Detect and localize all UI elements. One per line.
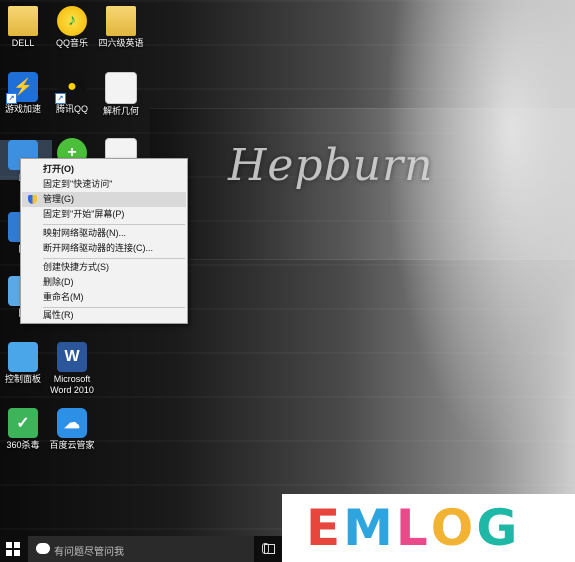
menu-separator xyxy=(43,258,185,259)
music-note-icon: ♪ xyxy=(57,6,87,36)
emlog-logo: EMLOG xyxy=(306,498,520,558)
shield-icon: ✓ xyxy=(8,408,38,438)
cortana-search-box[interactable]: 有问题尽管问我 xyxy=(28,536,269,562)
cloud-icon: ☁ xyxy=(57,408,87,438)
desktop-icon-baidu-cloud[interactable]: ☁ 百度云管家 xyxy=(43,408,101,451)
desktop[interactable]: Hepburn DELL ♪ QQ音乐 四六级英语 ⚡ ↗ 游戏加速 ● ↗ 腾… xyxy=(0,0,575,536)
folder-icon xyxy=(106,6,136,36)
desktop-icon-label: 解析几何 xyxy=(102,106,139,116)
menu-item-open[interactable]: 打开(O) xyxy=(22,162,186,177)
menu-item-manage[interactable]: 管理(G) xyxy=(22,192,186,207)
desktop-icon-word[interactable]: W Microsoft Word 2010 xyxy=(43,342,101,396)
penguin-icon: ● ↗ xyxy=(55,72,87,104)
wallpaper-signature: Hepburn xyxy=(228,140,434,191)
desktop-icon-label: 四六级英语 xyxy=(98,38,144,48)
logo-letter-g: G xyxy=(476,499,521,557)
logo-letter-m: M xyxy=(343,499,396,557)
lightning-icon: ⚡ ↗ xyxy=(6,72,38,104)
menu-item-rename[interactable]: 重命名(M) xyxy=(22,290,186,305)
folder-icon xyxy=(8,6,38,36)
logo-letter-l: L xyxy=(395,499,431,557)
emlog-watermark: EMLOG xyxy=(282,494,575,562)
windows-start-icon[interactable] xyxy=(6,542,20,556)
menu-item-create-shortcut[interactable]: 创建快捷方式(S) xyxy=(22,260,186,275)
wallpaper-portrait xyxy=(385,0,575,460)
task-view-icon[interactable] xyxy=(264,544,275,554)
menu-item-delete[interactable]: 删除(D) xyxy=(22,275,186,290)
logo-letter-o: O xyxy=(430,499,477,557)
menu-item-map-drive[interactable]: 映射网络驱动器(N)... xyxy=(22,226,186,241)
menu-item-pin-start[interactable]: 固定到"开始"屏幕(P) xyxy=(22,207,186,222)
control-panel-icon xyxy=(8,342,38,372)
desktop-icon-jiexi[interactable]: 解析几何 xyxy=(92,72,150,117)
desktop-icon-label: Microsoft Word 2010 xyxy=(50,374,94,395)
word-icon: W xyxy=(57,342,87,372)
menu-item-pin-quick-access[interactable]: 固定到"快速访问" xyxy=(22,177,186,192)
shortcut-arrow-icon: ↗ xyxy=(55,93,66,104)
cortana-bubble-icon xyxy=(36,543,50,554)
menu-separator xyxy=(43,224,185,225)
desktop-icon-label: 百度云管家 xyxy=(49,440,95,450)
icon-glyph: ● xyxy=(67,78,77,95)
desktop-icon-cet[interactable]: 四六级英语 xyxy=(92,6,150,49)
document-icon xyxy=(105,72,137,104)
shortcut-arrow-icon: ↗ xyxy=(6,93,17,104)
menu-item-properties[interactable]: 属性(R) xyxy=(22,308,186,323)
context-menu: 打开(O) 固定到"快速访问" 管理(G) 固定到"开始"屏幕(P) 映射网络驱… xyxy=(20,158,188,324)
menu-item-disconnect-drive[interactable]: 断开网络驱动器的连接(C)... xyxy=(22,241,186,256)
shield-icon xyxy=(28,195,37,204)
menu-item-label: 管理(G) xyxy=(43,194,74,204)
logo-letter-e: E xyxy=(306,499,344,557)
search-placeholder: 有问题尽管问我 xyxy=(54,547,124,558)
